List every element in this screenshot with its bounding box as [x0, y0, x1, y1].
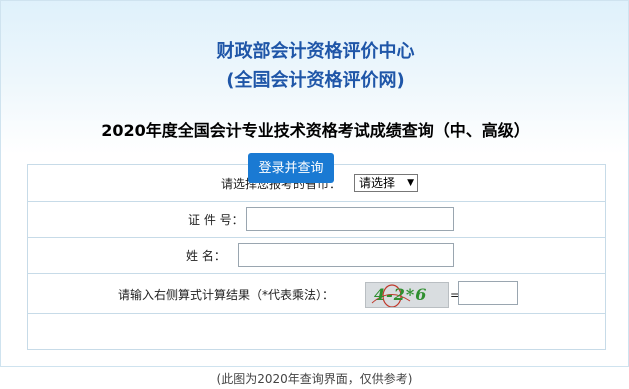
province-select[interactable]: 请选择 ▼: [354, 174, 418, 192]
org-title: 财政部会计资格评价中心: [216, 41, 415, 62]
id-number-label: 证 件 号：: [188, 213, 244, 227]
query-form: 请选择您报考的省市： 请选择 ▼ 证 件 号： 姓 名： 请输入右侧算式计算结果…: [27, 164, 606, 350]
id-number-input[interactable]: [246, 207, 454, 231]
name-label: 姓 名：: [186, 249, 226, 263]
image-caption: (此图为2020年查询界面，仅供参考): [216, 372, 413, 386]
login-query-button[interactable]: 登录并查询: [248, 153, 334, 183]
captcha-expression: 4-2*6: [374, 285, 428, 304]
captcha-answer-input[interactable]: [458, 281, 518, 305]
name-input[interactable]: [238, 243, 454, 267]
captcha-label: 请输入右侧算式计算结果（*代表乘法）：: [118, 288, 335, 302]
id-number-row: 证 件 号：: [28, 201, 605, 238]
province-select-value: 请选择: [359, 176, 396, 190]
submit-row: [28, 313, 605, 349]
query-panel: 财政部会计资格评价中心 (全国会计资格评价网) 2020年度全国会计专业技术资格…: [0, 0, 629, 367]
name-row: 姓 名：: [28, 237, 605, 274]
captcha-row: 请输入右侧算式计算结果（*代表乘法）： 4-2*6 =: [28, 273, 605, 314]
captcha-image[interactable]: 4-2*6: [365, 282, 449, 308]
dropdown-arrow-icon: ▼: [407, 178, 414, 188]
page-title: 2020年度全国会计专业技术资格考试成绩查询（中、高级）: [101, 121, 530, 140]
org-subtitle: (全国会计资格评价网): [226, 70, 405, 91]
